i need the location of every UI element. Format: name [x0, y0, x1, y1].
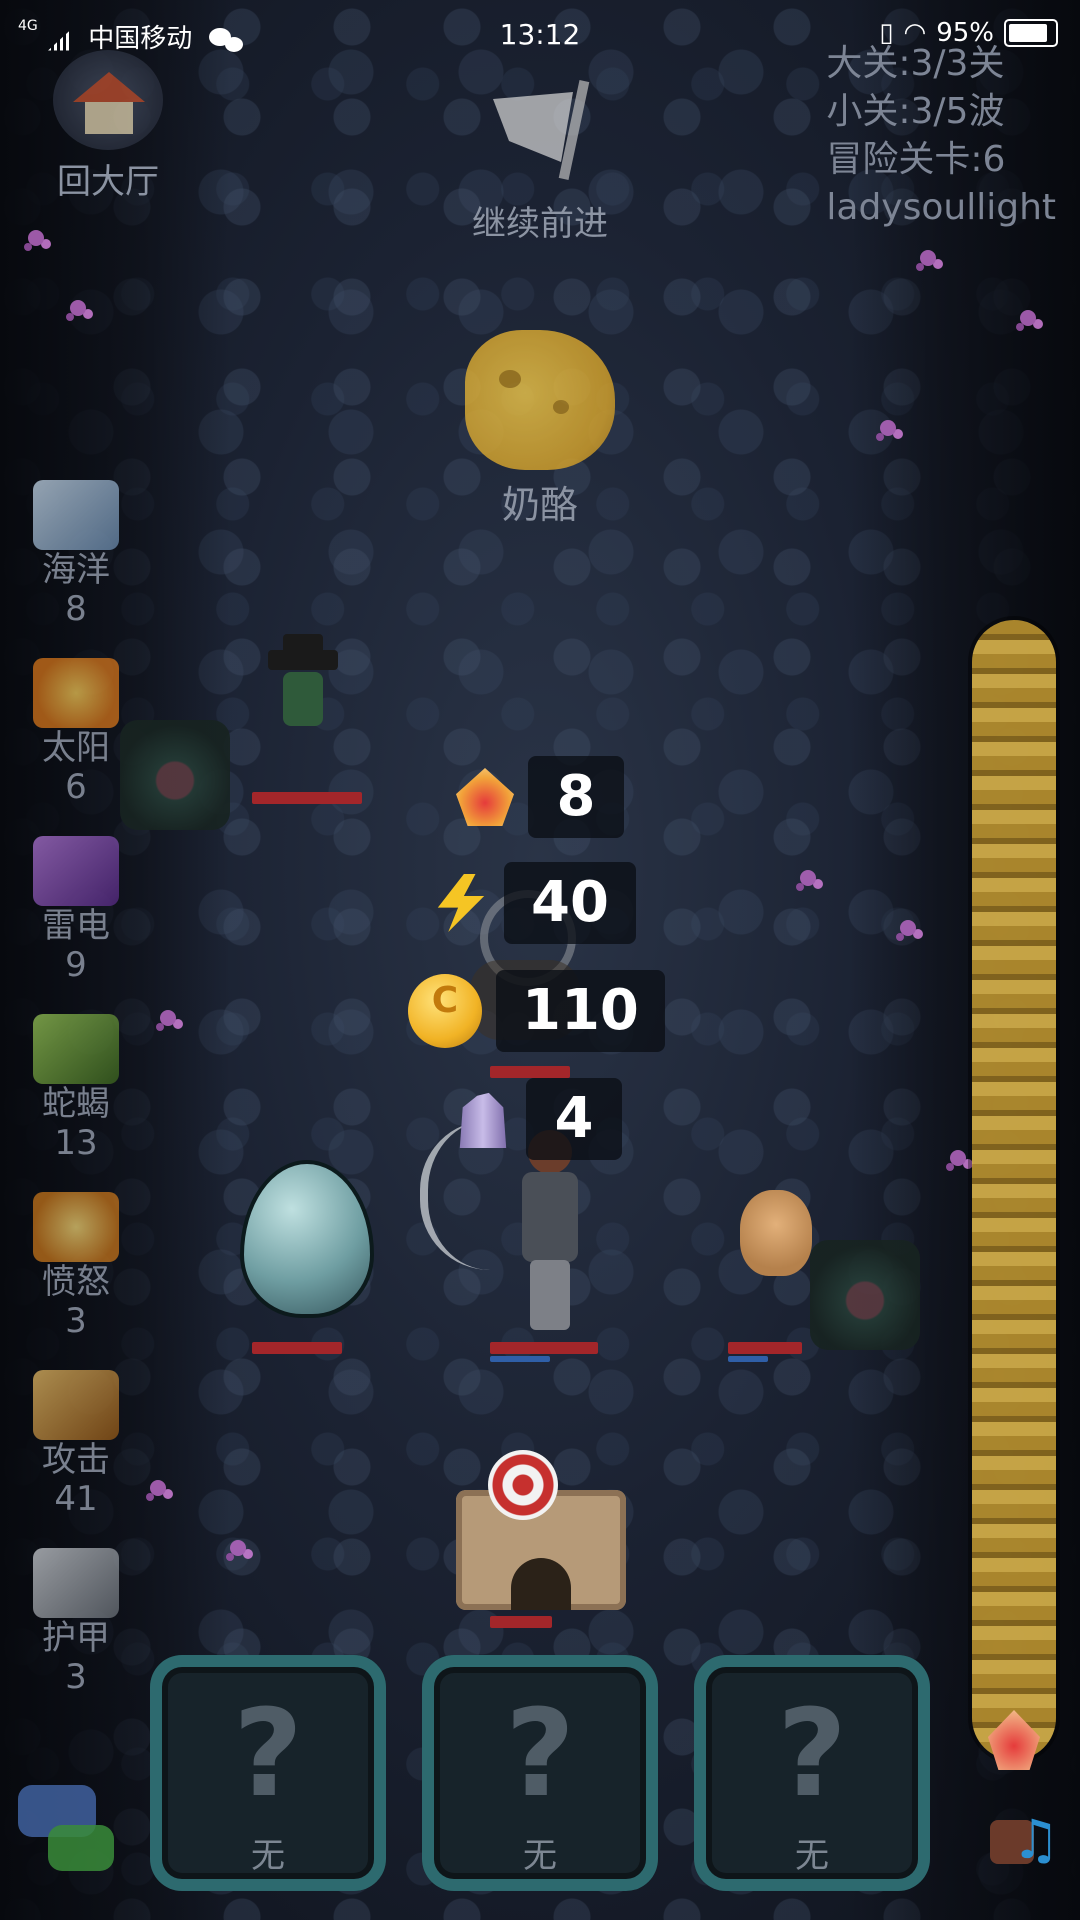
- element-name: 雷电: [42, 906, 110, 946]
- coin-icon: [408, 974, 482, 1048]
- gem-icon: [456, 768, 514, 826]
- element-count: 9: [65, 945, 87, 985]
- stage-info: 大关:3/3关 小关:3/5波 冒险关卡:6 ladysoullight: [826, 40, 1056, 232]
- hero-hat-hp-bar: [252, 792, 362, 804]
- stone-lantern: [120, 720, 230, 830]
- return-hall-label: 回大厅: [57, 162, 159, 202]
- thunder-icon: [33, 836, 119, 906]
- music-note-icon: ♫: [1011, 1808, 1060, 1871]
- slot-label: 无: [795, 1836, 829, 1876]
- scorpion-icon: [33, 1014, 119, 1084]
- element-name: 海洋: [42, 550, 110, 590]
- archer-mp-bar: [490, 1356, 550, 1362]
- target-icon: [488, 1450, 558, 1520]
- blossom-decoration: [160, 1010, 176, 1026]
- skill-slot-2[interactable]: ? 无: [422, 1655, 658, 1891]
- element-ocean[interactable]: 海洋 8: [16, 480, 136, 646]
- anger-icon: [33, 1192, 119, 1262]
- gold-value: 110: [496, 970, 665, 1052]
- gem-value: 8: [528, 756, 624, 838]
- cheese-reward[interactable]: 奶酪: [460, 330, 620, 529]
- golden-dragon-pillar: [972, 620, 1056, 1760]
- top-hat-character[interactable]: [268, 634, 338, 730]
- element-name: 攻击: [42, 1440, 110, 1480]
- blossom-decoration: [880, 420, 896, 436]
- element-list: 海洋 8 太阳 6 雷电 9 蛇蝎 13 愤怒 3 攻击 41 护甲 3: [16, 480, 136, 1726]
- gold-counter: 110: [408, 970, 665, 1052]
- element-count: 41: [54, 1479, 98, 1519]
- element-count: 8: [65, 589, 87, 629]
- energy-value: 40: [504, 862, 636, 944]
- adventure-level-text: 冒险关卡:6: [826, 139, 1006, 180]
- element-name: 蛇蝎: [42, 1084, 110, 1124]
- crystal-icon: [459, 1092, 507, 1148]
- cheese-label: 奶酪: [501, 483, 578, 527]
- element-count: 3: [65, 1657, 87, 1697]
- energy-counter: 40: [432, 862, 636, 944]
- blossom-decoration: [950, 1150, 966, 1166]
- return-hall-button[interactable]: 回大厅: [38, 50, 178, 203]
- question-mark-icon: ?: [777, 1685, 847, 1824]
- blossom-decoration: [900, 920, 916, 936]
- element-name: 愤怒: [42, 1262, 110, 1302]
- stone-lantern: [810, 1240, 920, 1350]
- element-count: 13: [54, 1123, 98, 1163]
- continue-button[interactable]: 继续前进: [440, 80, 640, 245]
- element-name: 太阳: [42, 728, 110, 768]
- ocean-icon: [33, 480, 119, 550]
- blossom-decoration: [150, 1480, 166, 1496]
- sun-icon: [33, 658, 119, 728]
- element-armor[interactable]: 护甲 3: [16, 1548, 136, 1714]
- cheese-icon: [465, 330, 615, 470]
- archer-hp-bar: [490, 1342, 598, 1354]
- player-name: ladysoullight: [826, 187, 1056, 228]
- small-stage-text: 小关:3/5波: [826, 91, 1005, 132]
- blossom-decoration: [28, 230, 44, 246]
- blossom-decoration: [920, 250, 936, 266]
- slot-label: 无: [523, 1836, 557, 1876]
- dog-hp-bar: [728, 1342, 802, 1354]
- white-flag-icon: [485, 80, 595, 190]
- crystal-counter: 4: [454, 1078, 622, 1160]
- slot-label: 无: [251, 1836, 285, 1876]
- lightning-icon: [437, 874, 485, 932]
- music-button[interactable]: ♫: [990, 1810, 1060, 1880]
- dog-companion[interactable]: [740, 1190, 812, 1276]
- gem-counter: 8: [456, 756, 624, 838]
- skill-slot-3[interactable]: ? 无: [694, 1655, 930, 1891]
- element-attack[interactable]: 攻击 41: [16, 1370, 136, 1536]
- blossom-decoration: [800, 870, 816, 886]
- blossom-decoration: [1020, 310, 1036, 326]
- egg-hp-bar: [252, 1342, 342, 1354]
- question-mark-icon: ?: [233, 1685, 303, 1824]
- element-scorpion[interactable]: 蛇蝎 13: [16, 1014, 136, 1180]
- element-name: 护甲: [42, 1618, 110, 1658]
- element-count: 3: [65, 1301, 87, 1341]
- house-icon: [53, 50, 163, 150]
- element-sun[interactable]: 太阳 6: [16, 658, 136, 824]
- skill-slot-1[interactable]: ? 无: [150, 1655, 386, 1891]
- sword-icon: [33, 1370, 119, 1440]
- dog-mp-bar: [728, 1356, 768, 1362]
- blossom-decoration: [70, 300, 86, 316]
- question-mark-icon: ?: [505, 1685, 575, 1824]
- chat-bubble-icon: [48, 1825, 114, 1871]
- tower-hp-bar: [490, 1616, 552, 1628]
- continue-label: 继续前进: [472, 204, 608, 244]
- element-count: 6: [65, 767, 87, 807]
- blossom-decoration: [230, 1540, 246, 1556]
- element-anger[interactable]: 愤怒 3: [16, 1192, 136, 1358]
- shield-guy-hp-bar: [490, 1066, 570, 1078]
- chat-button[interactable]: [18, 1785, 118, 1875]
- skill-slots: ? 无 ? 无 ? 无: [150, 1655, 930, 1895]
- element-thunder[interactable]: 雷电 9: [16, 836, 136, 1002]
- big-stage-text: 大关:3/3关: [826, 43, 1005, 84]
- armor-icon: [33, 1548, 119, 1618]
- archery-tower[interactable]: [456, 1430, 626, 1610]
- crystal-value: 4: [526, 1078, 622, 1160]
